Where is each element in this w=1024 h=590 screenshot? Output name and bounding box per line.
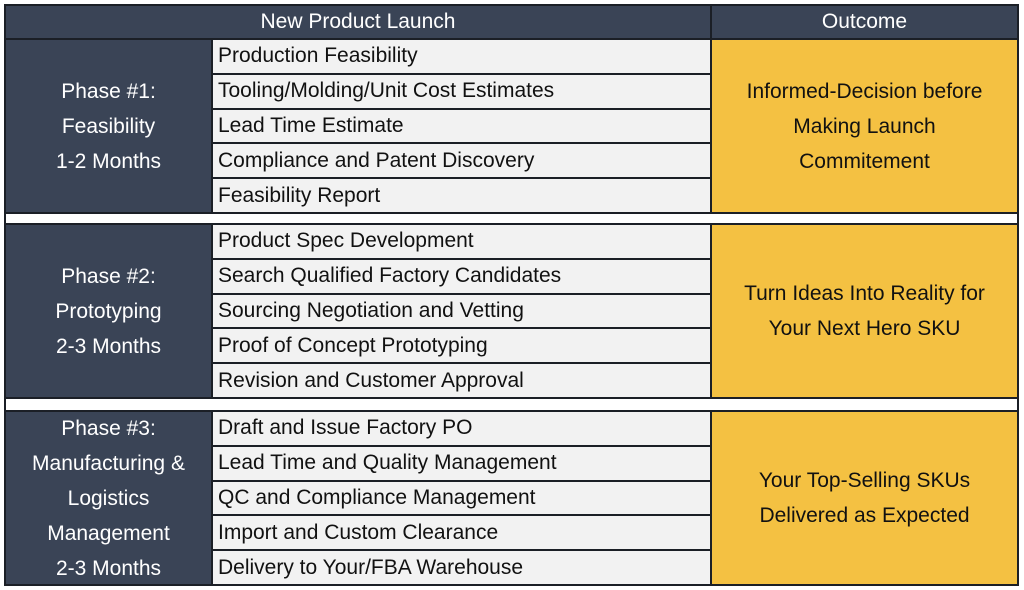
task-list-3: Draft and Issue Factory PO Lead Time and…	[213, 412, 712, 584]
task-item: Lead Time Estimate	[213, 109, 710, 145]
outcome-line: Your Top-Selling SKUs	[758, 469, 971, 492]
phase-label-line: Feasibility	[61, 114, 156, 138]
task-item: Delivery to Your/FBA Warehouse	[213, 551, 710, 584]
phase-label-line: Phase #1:	[61, 79, 156, 103]
phase-label-line: 2-3 Months	[55, 334, 162, 358]
phase-block-3: Phase #3: Manufacturing & Logistics Mana…	[6, 410, 1017, 584]
outcome-2: Turn Ideas Into Reality for Your Next He…	[712, 225, 1017, 397]
outcome-line: Making Launch	[793, 114, 936, 138]
outcome-1: Informed-Decision before Making Launch C…	[712, 40, 1017, 212]
task-item: Draft and Issue Factory PO	[213, 412, 710, 447]
outcome-3: Your Top-Selling SKUs Delivered as Expec…	[712, 412, 1017, 584]
phase-label-3: Phase #3: Manufacturing & Logistics Mana…	[6, 412, 213, 584]
phase-label-1: Phase #1: Feasibility 1-2 Months	[6, 40, 213, 212]
header-outcome: Outcome	[712, 6, 1017, 40]
task-item: Feasibility Report	[213, 179, 710, 212]
outcome-line: Turn Ideas Into Reality for	[744, 282, 985, 305]
phase-block-1: Phase #1: Feasibility 1-2 Months Product…	[6, 38, 1017, 214]
phase-label-line: Phase #2:	[61, 264, 156, 288]
phase-label-line: Phase #3:	[61, 416, 156, 440]
phase-label-line: Manufacturing &	[32, 451, 185, 475]
task-item: Import and Custom Clearance	[213, 516, 710, 552]
phase-label-line: Management	[47, 521, 170, 545]
task-item: Production Feasibility	[213, 40, 710, 75]
task-list-2: Product Spec Development Search Qualifie…	[213, 225, 712, 397]
task-item: Sourcing Negotiation and Vetting	[213, 294, 710, 330]
task-item: Tooling/Molding/Unit Cost Estimates	[213, 74, 710, 110]
outcome-line: Delivered as Expected	[759, 504, 970, 527]
task-item: Lead Time and Quality Management	[213, 446, 710, 482]
task-item: Proof of Concept Prototyping	[213, 329, 710, 365]
task-item: Product Spec Development	[213, 225, 710, 260]
header-new-product-launch: New Product Launch	[6, 6, 712, 40]
outcome-line: Informed-Decision before	[746, 79, 983, 103]
phase-label-line: 1-2 Months	[55, 149, 162, 173]
phase-label-2: Phase #2: Prototyping 2-3 Months	[6, 225, 213, 397]
outcome-line: Your Next Hero SKU	[768, 317, 961, 340]
launch-phases-table: New Product Launch Outcome Phase #1: Fea…	[4, 4, 1019, 586]
phase-label-line: Prototyping	[55, 299, 162, 323]
task-item: QC and Compliance Management	[213, 481, 710, 517]
phase-block-2: Phase #2: Prototyping 2-3 Months Product…	[6, 223, 1017, 399]
task-item: Revision and Customer Approval	[213, 364, 710, 397]
task-item: Compliance and Patent Discovery	[213, 144, 710, 180]
phase-label-line: 2-3 Months	[55, 556, 162, 580]
task-item: Search Qualified Factory Candidates	[213, 259, 710, 295]
task-list-1: Production Feasibility Tooling/Molding/U…	[213, 40, 712, 212]
phase-label-line: Logistics	[67, 486, 150, 510]
outcome-line: Commitement	[799, 149, 930, 173]
